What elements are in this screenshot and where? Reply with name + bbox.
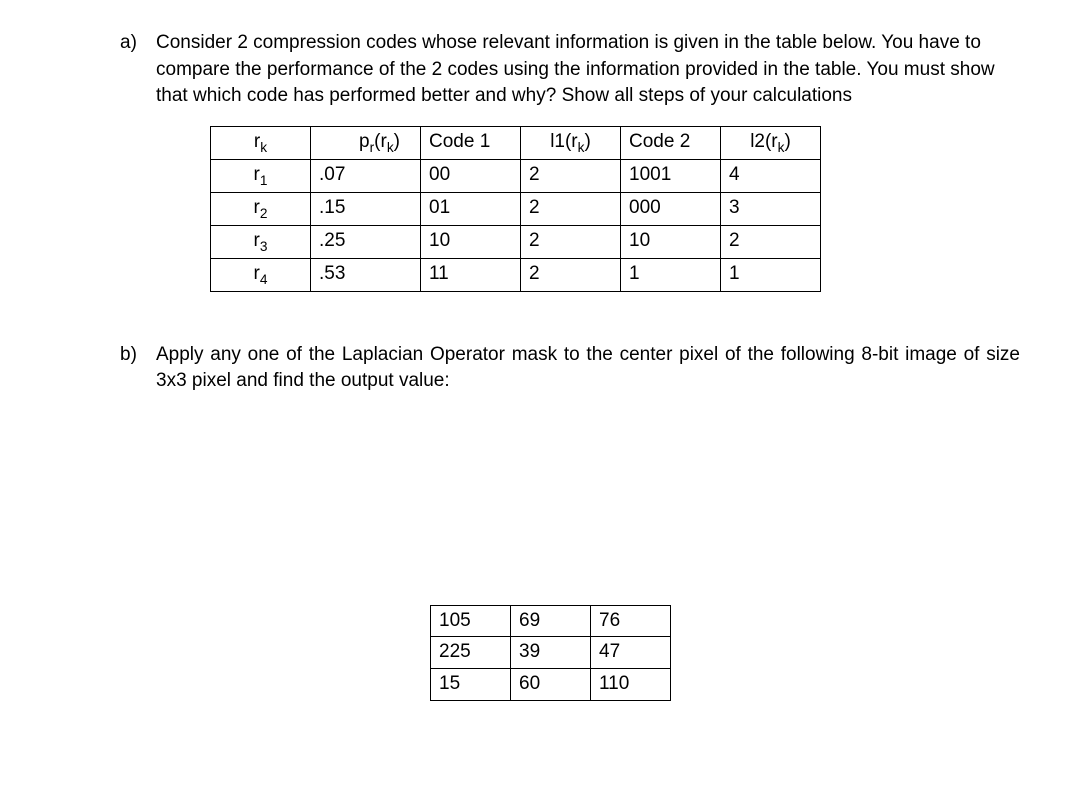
cell-pr: .07 — [311, 159, 421, 192]
question-a: a) Consider 2 compression codes whose re… — [120, 30, 1020, 292]
header-pr: pr(rk) — [311, 126, 421, 159]
header-text: l1(r — [550, 131, 577, 152]
matrix-cell: 15 — [431, 668, 511, 700]
header-text: ) — [394, 131, 400, 152]
table-row: rk pr(rk) Code 1 l1(rk) Code 2 l2(rk) — [211, 126, 821, 159]
cell-pr: .25 — [311, 225, 421, 258]
header-l1: l1(rk) — [521, 126, 621, 159]
cell-code1: 11 — [421, 258, 521, 291]
cell-l2: 4 — [721, 159, 821, 192]
cell-code2: 1 — [621, 258, 721, 291]
question-b-row: b) Apply any one of the Laplacian Operat… — [120, 342, 1020, 395]
header-text: p — [359, 131, 370, 152]
table-row: 15 60 110 — [431, 668, 671, 700]
cell-l2: 2 — [721, 225, 821, 258]
table-row: r4 .53 11 2 1 1 — [211, 258, 821, 291]
cell-code2: 000 — [621, 192, 721, 225]
header-text: ) — [584, 131, 590, 152]
matrix-cell: 39 — [511, 637, 591, 669]
question-a-row: a) Consider 2 compression codes whose re… — [120, 30, 1020, 110]
matrix-cell: 60 — [511, 668, 591, 700]
cell-sub: 4 — [260, 271, 268, 286]
header-code2: Code 2 — [621, 126, 721, 159]
question-a-text: Consider 2 compression codes whose relev… — [156, 30, 1020, 110]
cell-l1: 2 — [521, 192, 621, 225]
header-l2: l2(rk) — [721, 126, 821, 159]
matrix-cell: 225 — [431, 637, 511, 669]
table-row: r2 .15 01 2 000 3 — [211, 192, 821, 225]
question-b-text: Apply any one of the Laplacian Operator … — [156, 342, 1020, 395]
image-matrix: 105 69 76 225 39 47 15 60 110 — [430, 605, 671, 701]
cell-rk: r2 — [211, 192, 311, 225]
cell-sub: 1 — [260, 173, 268, 188]
cell-pr: .53 — [311, 258, 421, 291]
header-sub: k — [260, 140, 267, 155]
cell-rk: r4 — [211, 258, 311, 291]
header-text: ) — [784, 131, 790, 152]
header-sub: k — [387, 140, 394, 155]
matrix-cell: 47 — [591, 637, 671, 669]
cell-code1: 00 — [421, 159, 521, 192]
cell-rk: r3 — [211, 225, 311, 258]
cell-sub: 3 — [260, 238, 268, 253]
cell-code1: 10 — [421, 225, 521, 258]
question-b-label: b) — [120, 342, 156, 369]
cell-l1: 2 — [521, 225, 621, 258]
cell-code2: 1001 — [621, 159, 721, 192]
cell-l1: 2 — [521, 258, 621, 291]
codes-table: rk pr(rk) Code 1 l1(rk) Code 2 l2(rk) r1… — [210, 126, 821, 292]
header-text: (r — [374, 131, 387, 152]
cell-code1: 01 — [421, 192, 521, 225]
matrix-cell: 110 — [591, 668, 671, 700]
cell-l2: 3 — [721, 192, 821, 225]
cell-sub: 2 — [260, 205, 268, 220]
question-a-label: a) — [120, 30, 156, 57]
table-row: 105 69 76 — [431, 605, 671, 637]
header-rk: rk — [211, 126, 311, 159]
table-row: 225 39 47 — [431, 637, 671, 669]
table-row: r1 .07 00 2 1001 4 — [211, 159, 821, 192]
cell-pr: .15 — [311, 192, 421, 225]
cell-l1: 2 — [521, 159, 621, 192]
matrix-cell: 105 — [431, 605, 511, 637]
question-b: b) Apply any one of the Laplacian Operat… — [120, 342, 1020, 701]
header-text: l2(r — [750, 131, 777, 152]
matrix-cell: 76 — [591, 605, 671, 637]
cell-code2: 10 — [621, 225, 721, 258]
table-row: r3 .25 10 2 10 2 — [211, 225, 821, 258]
header-code1: Code 1 — [421, 126, 521, 159]
cell-l2: 1 — [721, 258, 821, 291]
matrix-cell: 69 — [511, 605, 591, 637]
cell-rk: r1 — [211, 159, 311, 192]
